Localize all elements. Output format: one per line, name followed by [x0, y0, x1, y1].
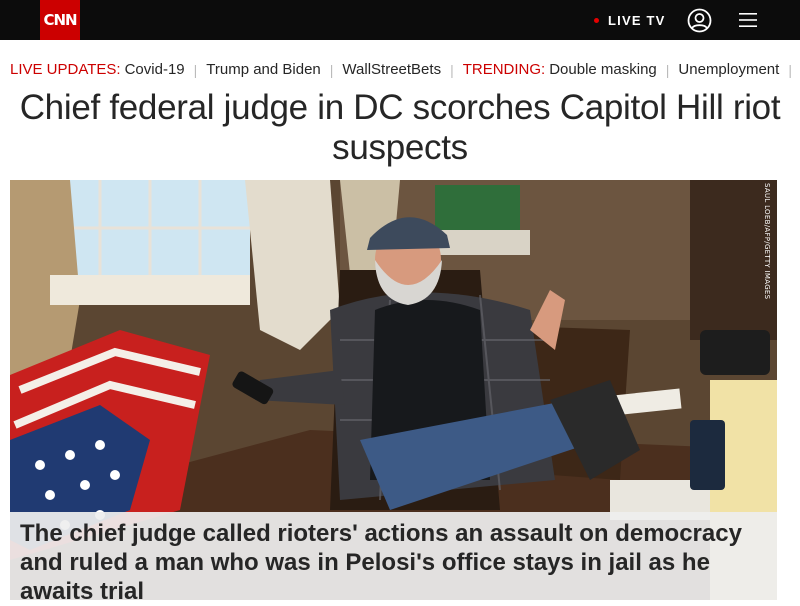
trending-nav-strip: LIVE UPDATES: Covid-19 | Trump and Biden… — [0, 40, 800, 90]
nav-separator: | — [788, 61, 792, 78]
nav-separator: | — [665, 61, 670, 78]
nav-prefix-live-updates: LIVE UPDATES: — [10, 61, 121, 78]
cnn-logo[interactable]: CNN — [40, 0, 80, 40]
nav-item-wallstreetbets[interactable]: WallStreetBets — [342, 61, 441, 78]
image-credit: SAUL LOEB/AFP/GETTY IMAGES — [763, 183, 777, 299]
nav-item-label: Double masking — [549, 61, 657, 78]
image-credit-text: SAUL LOEB/AFP/GETTY IMAGES — [763, 183, 771, 300]
nav-item-trump-and-biden[interactable]: Trump and Biden — [206, 61, 321, 78]
nav-prefix-trending: TRENDING: — [462, 61, 546, 78]
article-headline[interactable]: Chief federal judge in DC scorches Capit… — [0, 88, 800, 168]
nav-item-double-masking[interactable]: TRENDING: Double masking — [463, 61, 657, 78]
nav-separator: | — [329, 61, 334, 78]
nav-item-unemployment[interactable]: Unemployment — [678, 61, 779, 78]
top-bar: CNN LIVE TV — [0, 0, 800, 40]
live-tv-label: LIVE TV — [608, 12, 666, 28]
nav-separator: | — [450, 61, 454, 78]
hamburger-menu-icon[interactable] — [739, 11, 757, 29]
nav-item-covid-19[interactable]: LIVE UPDATES: Covid-19 — [10, 61, 185, 78]
nav-separator: | — [193, 61, 198, 78]
nav-item-label: Covid-19 — [124, 61, 185, 78]
user-account-icon[interactable] — [687, 8, 712, 33]
nav-item-label: WallStreetBets — [342, 61, 442, 78]
live-dot-icon — [594, 17, 599, 23]
hero-caption[interactable]: The chief judge called rioters' actions … — [20, 519, 780, 606]
nav-item-label: Unemployment — [678, 61, 780, 78]
live-tv-link[interactable]: LIVE TV — [594, 12, 666, 28]
nav-item-label: Trump and Biden — [206, 61, 321, 78]
